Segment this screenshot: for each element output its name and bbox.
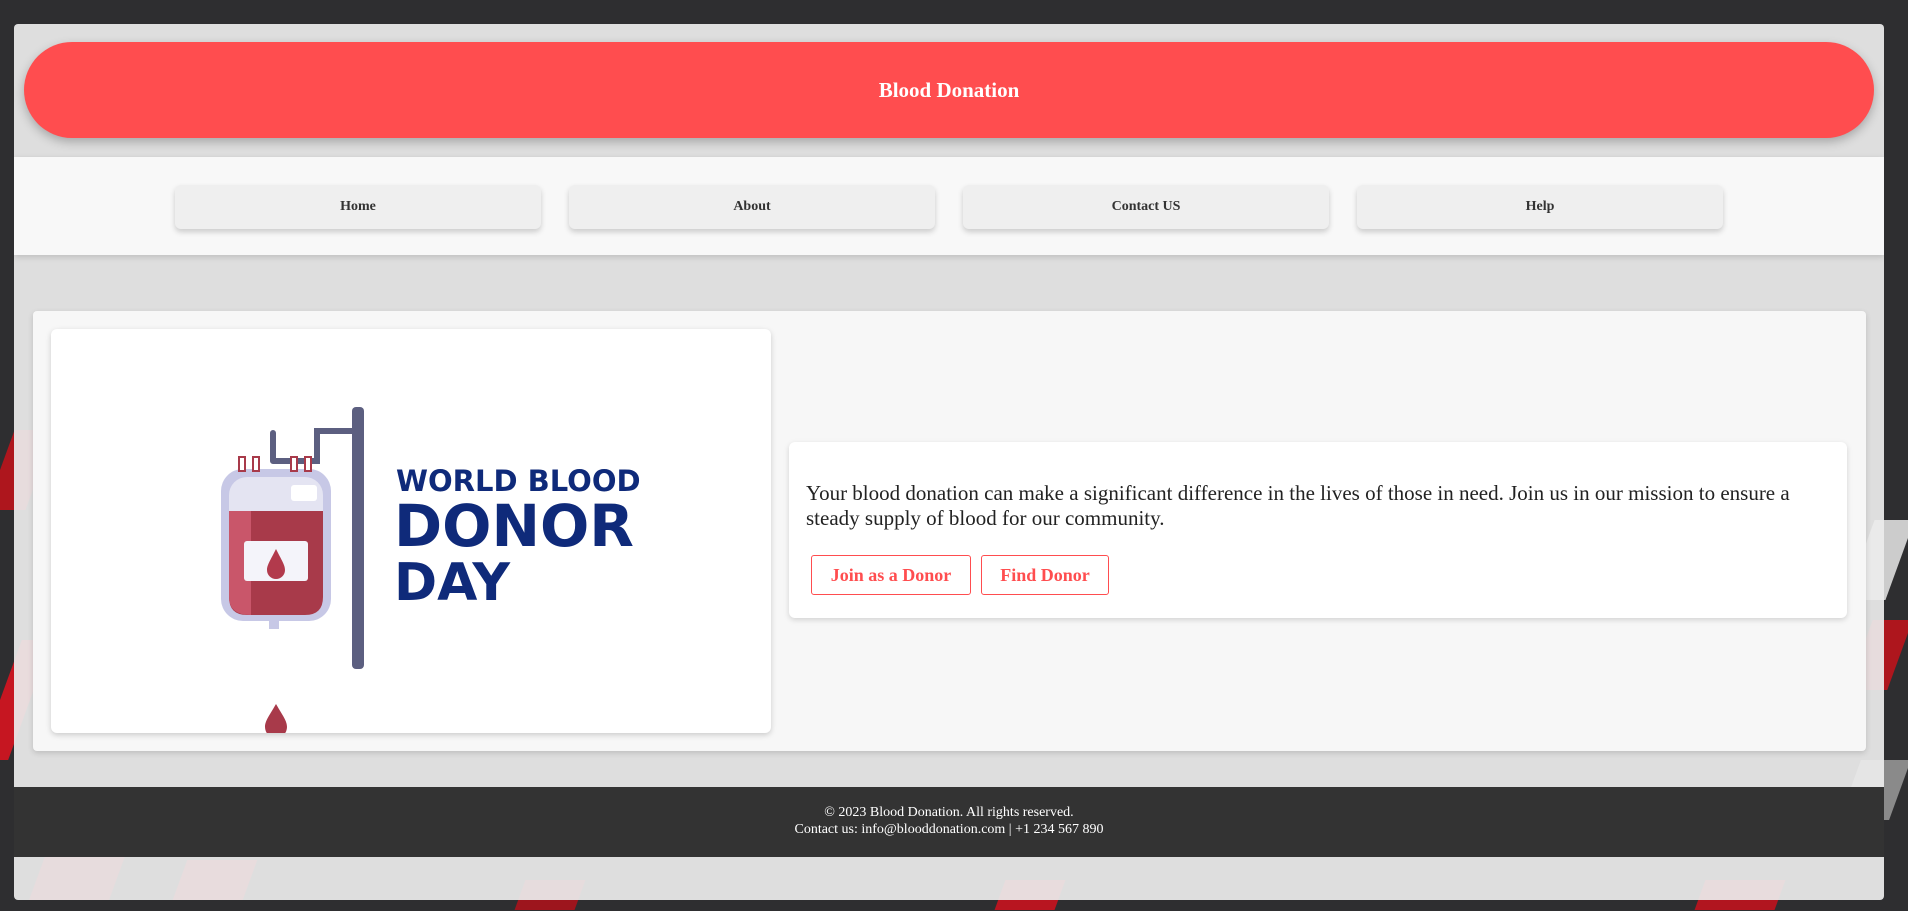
join-donor-button[interactable]: Join as a Donor (811, 555, 971, 595)
nav-contact-button[interactable]: Contact US (963, 185, 1329, 229)
page-container: Blood Donation Home About Contact US Hel… (14, 24, 1884, 900)
iv-pole-icon (352, 407, 364, 669)
nav-home-button[interactable]: Home (175, 185, 541, 229)
image-text-line3: DAY (394, 553, 511, 613)
blood-bag-illustration: WORLD BLOOD DONOR DAY (221, 407, 641, 733)
image-text-line2: DONOR (394, 492, 634, 560)
find-donor-button[interactable]: Find Donor (981, 555, 1109, 595)
nav-help-button[interactable]: Help (1357, 185, 1723, 229)
nav-about-button[interactable]: About (569, 185, 935, 229)
world-blood-donor-day-image: WORLD BLOOD DONOR DAY (51, 329, 771, 733)
footer-contact: Contact us: info@blooddonation.com | +1 … (794, 822, 1104, 837)
footer: © 2023 Blood Donation. All rights reserv… (14, 787, 1884, 857)
hero-section: WORLD BLOOD DONOR DAY Your blood donatio… (33, 311, 1866, 751)
hero-text-card: Your blood donation can make a significa… (789, 442, 1847, 618)
header-banner: Blood Donation (24, 42, 1874, 138)
hero-description: Your blood donation can make a significa… (806, 481, 1790, 530)
site-title: Blood Donation (878, 77, 1020, 102)
footer-copyright: © 2023 Blood Donation. All rights reserv… (824, 805, 1074, 820)
navigation-bar: Home About Contact US Help (14, 157, 1884, 255)
falling-drop-icon (265, 704, 287, 733)
